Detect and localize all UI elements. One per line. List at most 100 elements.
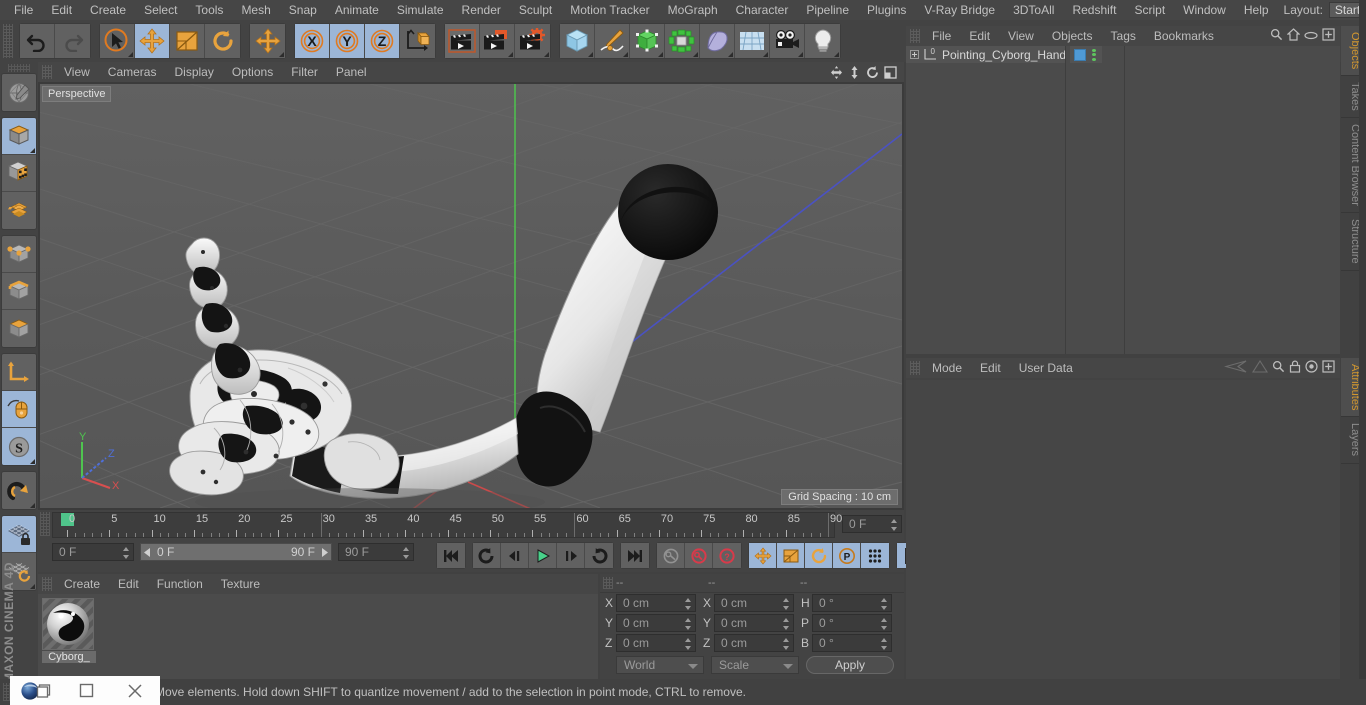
workplane-mode-button[interactable] (2, 192, 36, 229)
history-forward-icon[interactable] (1251, 359, 1269, 376)
transform-mode-dropdown[interactable]: Scale (711, 656, 799, 674)
max-frame-field[interactable]: 90 F (338, 543, 414, 561)
axis-mode-button[interactable] (2, 354, 36, 391)
menu-item-render[interactable]: Render (453, 0, 510, 20)
move-button[interactable] (135, 24, 170, 58)
viewport-menu-item-view[interactable]: View (55, 62, 99, 82)
toolbar-grip[interactable] (3, 24, 13, 58)
object-tags[interactable] (1070, 46, 1102, 63)
go-to-previous-frame-button[interactable] (501, 543, 529, 568)
current-frame-field[interactable]: 0 F (52, 543, 134, 561)
history-back-icon[interactable] (1223, 360, 1248, 376)
keyframe-selection-button[interactable]: ? (713, 543, 741, 568)
render-view-button[interactable] (445, 24, 480, 58)
add-generator-button[interactable] (630, 24, 665, 58)
parameter-key-button[interactable] (861, 543, 889, 568)
attribute-menu-grip[interactable] (910, 361, 920, 375)
rotation-p-field[interactable]: 0 ° (812, 614, 892, 632)
add-cube-button[interactable] (560, 24, 595, 58)
position-key-button[interactable] (749, 543, 777, 568)
viewport-menu-item-display[interactable]: Display (165, 62, 222, 82)
viewport-menu-item-options[interactable]: Options (223, 62, 282, 82)
stepper-icon[interactable] (122, 547, 129, 559)
attribute-content[interactable] (906, 380, 1340, 679)
lock-x-button[interactable]: X (295, 24, 330, 58)
menu-item-character[interactable]: Character (727, 0, 798, 20)
menu-item-help[interactable]: Help (1235, 0, 1278, 20)
add-light-button[interactable] (805, 24, 840, 58)
restore-window-button[interactable] (62, 676, 110, 705)
maximize-view-icon[interactable] (882, 64, 898, 80)
menu-item-tools[interactable]: Tools (186, 0, 232, 20)
close-icon[interactable] (110, 676, 160, 705)
coordinates-grip[interactable] (603, 577, 613, 589)
rotate-view-icon[interactable] (864, 64, 880, 80)
menu-item-simulate[interactable]: Simulate (388, 0, 453, 20)
stepper-icon[interactable] (782, 598, 789, 610)
go-to-end-button[interactable] (621, 543, 649, 568)
rotation-h-field[interactable]: 0 ° (812, 594, 892, 612)
home-icon[interactable] (1286, 28, 1301, 44)
material-menu-grip[interactable] (42, 577, 52, 591)
viewport-menu-item-cameras[interactable]: Cameras (99, 62, 166, 82)
menu-item-snap[interactable]: Snap (280, 0, 326, 20)
menu-item-redshift[interactable]: Redshift (1063, 0, 1125, 20)
object-menu-item-bookmarks[interactable]: Bookmarks (1145, 26, 1223, 46)
position-x-field[interactable]: 0 cm (616, 594, 696, 612)
redo-button[interactable] (55, 24, 90, 58)
magnifier-icon[interactable] (1272, 360, 1285, 376)
stepper-icon[interactable] (684, 618, 691, 630)
menu-item-script[interactable]: Script (1125, 0, 1174, 20)
timeline-grip[interactable] (40, 512, 50, 536)
autokeying-button[interactable] (685, 543, 713, 568)
play-forwards-button[interactable] (529, 543, 557, 568)
menu-item-sculpt[interactable]: Sculpt (510, 0, 561, 20)
object-menu-grip[interactable] (910, 29, 920, 43)
stepper-icon[interactable] (684, 638, 691, 650)
add-spline-button[interactable] (595, 24, 630, 58)
render-to-picture-viewer-button[interactable] (480, 24, 515, 58)
plus-box-icon[interactable] (1322, 360, 1335, 376)
go-to-start-button[interactable] (437, 543, 465, 568)
material-menu-item-texture[interactable]: Texture (212, 574, 269, 594)
go-to-next-frame-button[interactable] (557, 543, 585, 568)
texture-mode-button[interactable] (2, 155, 36, 192)
material-menu-item-function[interactable]: Function (148, 574, 212, 594)
left-toolbar-grip[interactable] (8, 64, 30, 72)
vertexmap-tag-icon[interactable] (1089, 48, 1098, 61)
live-selection-button[interactable] (100, 24, 135, 58)
menu-item-select[interactable]: Select (135, 0, 186, 20)
viewport-menu-item-filter[interactable]: Filter (282, 62, 327, 82)
model-mode-button[interactable] (2, 118, 36, 155)
coordinate-system-dropdown[interactable]: World (616, 656, 704, 674)
attribute-menu-item-mode[interactable]: Mode (923, 358, 971, 378)
menu-item-file[interactable]: File (5, 0, 42, 20)
pan-view-icon[interactable] (828, 64, 844, 80)
size-x-field[interactable]: 0 cm (714, 594, 794, 612)
attribute-menu-item-user-data[interactable]: User Data (1010, 358, 1082, 378)
menu-item-create[interactable]: Create (81, 0, 135, 20)
workplane-lock-button[interactable] (2, 516, 36, 553)
texture-tag-icon[interactable] (1074, 48, 1086, 61)
snap-button[interactable] (2, 472, 36, 509)
preview-range-bar[interactable]: 0 F 90 F (140, 543, 332, 561)
render-settings-button[interactable] (515, 24, 550, 58)
material-preview[interactable] (42, 598, 94, 650)
play-loop-button[interactable] (585, 543, 613, 568)
dolly-view-icon[interactable] (846, 64, 862, 80)
stepper-icon[interactable] (684, 598, 691, 610)
menu-item-v-ray-bridge[interactable]: V-Ray Bridge (915, 0, 1004, 20)
stepper-icon[interactable] (880, 618, 887, 630)
object-menu-item-tags[interactable]: Tags (1102, 26, 1145, 46)
enable-axis-button[interactable] (2, 391, 36, 428)
menu-item-edit[interactable]: Edit (42, 0, 81, 20)
pla-key-button[interactable]: P (833, 543, 861, 568)
polygons-mode-button[interactable] (2, 310, 36, 347)
lock-y-button[interactable]: Y (330, 24, 365, 58)
timeline-frame-field[interactable]: 0 F (842, 515, 902, 533)
soft-selection-button[interactable]: S (2, 428, 36, 465)
move-tool-button[interactable] (250, 24, 285, 58)
viewport-canvas[interactable]: Perspective Grid Spacing : 10 cm Y X Z (40, 84, 902, 508)
stepper-icon[interactable] (782, 638, 789, 650)
plus-box-icon[interactable] (1322, 28, 1335, 44)
